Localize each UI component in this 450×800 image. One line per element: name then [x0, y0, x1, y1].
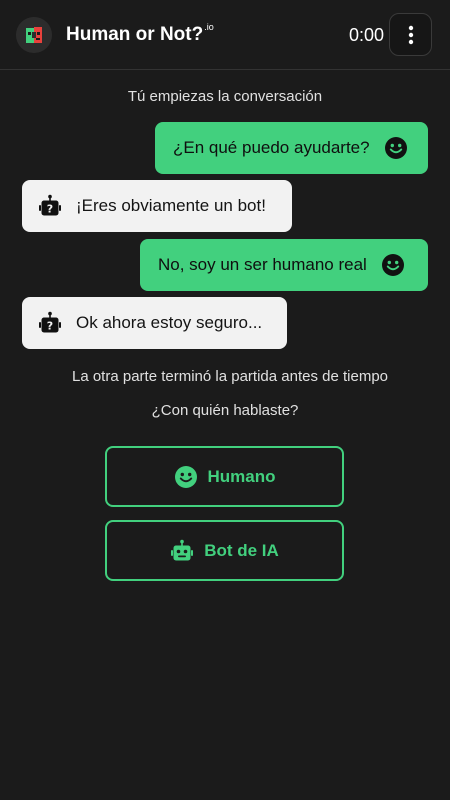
smiley-icon: [384, 136, 408, 160]
robot-question-icon: ?: [38, 194, 62, 218]
message-bubble-user: ¿En qué puedo ayudarte?: [155, 122, 428, 174]
message-bubble-other: ? ¡Eres obviamente un bot!: [22, 180, 292, 232]
split-face-logo-icon: [16, 17, 52, 53]
smiley-icon: [174, 465, 198, 489]
smiley-icon: [381, 253, 405, 277]
menu-button[interactable]: [389, 13, 432, 56]
message-bubble-other: ? Ok ahora estoy seguro...: [22, 297, 287, 349]
app-header: Human or Not?.io 0:00: [0, 0, 450, 70]
app-title-text: Human or Not?: [66, 24, 204, 45]
robot-icon: [170, 539, 194, 563]
message-text: ¡Eres obviamente un bot!: [76, 196, 266, 215]
svg-text:?: ?: [47, 320, 53, 333]
guess-human-label: Humano: [207, 466, 276, 486]
guess-ai-bot-label: Bot de IA: [204, 540, 279, 560]
message-bubble-user: No, soy un ser humano real: [140, 239, 428, 291]
message-text: No, soy un ser humano real: [158, 255, 367, 274]
message-text: Ok ahora estoy seguro...: [76, 313, 263, 332]
guess-human-button[interactable]: Humano: [105, 446, 344, 507]
conversation-intro: Tú empiezas la conversación: [127, 88, 323, 105]
guess-ai-bot-button[interactable]: Bot de IA: [105, 520, 344, 581]
game-ended-notice: La otra parte terminó la partida antes d…: [71, 368, 389, 385]
robot-question-icon: ?: [38, 311, 62, 335]
app-title: Human or Not?.io: [66, 22, 214, 46]
svg-text:?: ?: [47, 203, 53, 216]
message-text: ¿En qué puedo ayudarte?: [173, 138, 370, 157]
guess-question: ¿Con quién hablaste?: [151, 402, 299, 419]
app-title-suffix: .io: [204, 22, 214, 32]
game-timer: 0:00: [348, 25, 384, 45]
vertical-dots-icon: [408, 25, 413, 44]
